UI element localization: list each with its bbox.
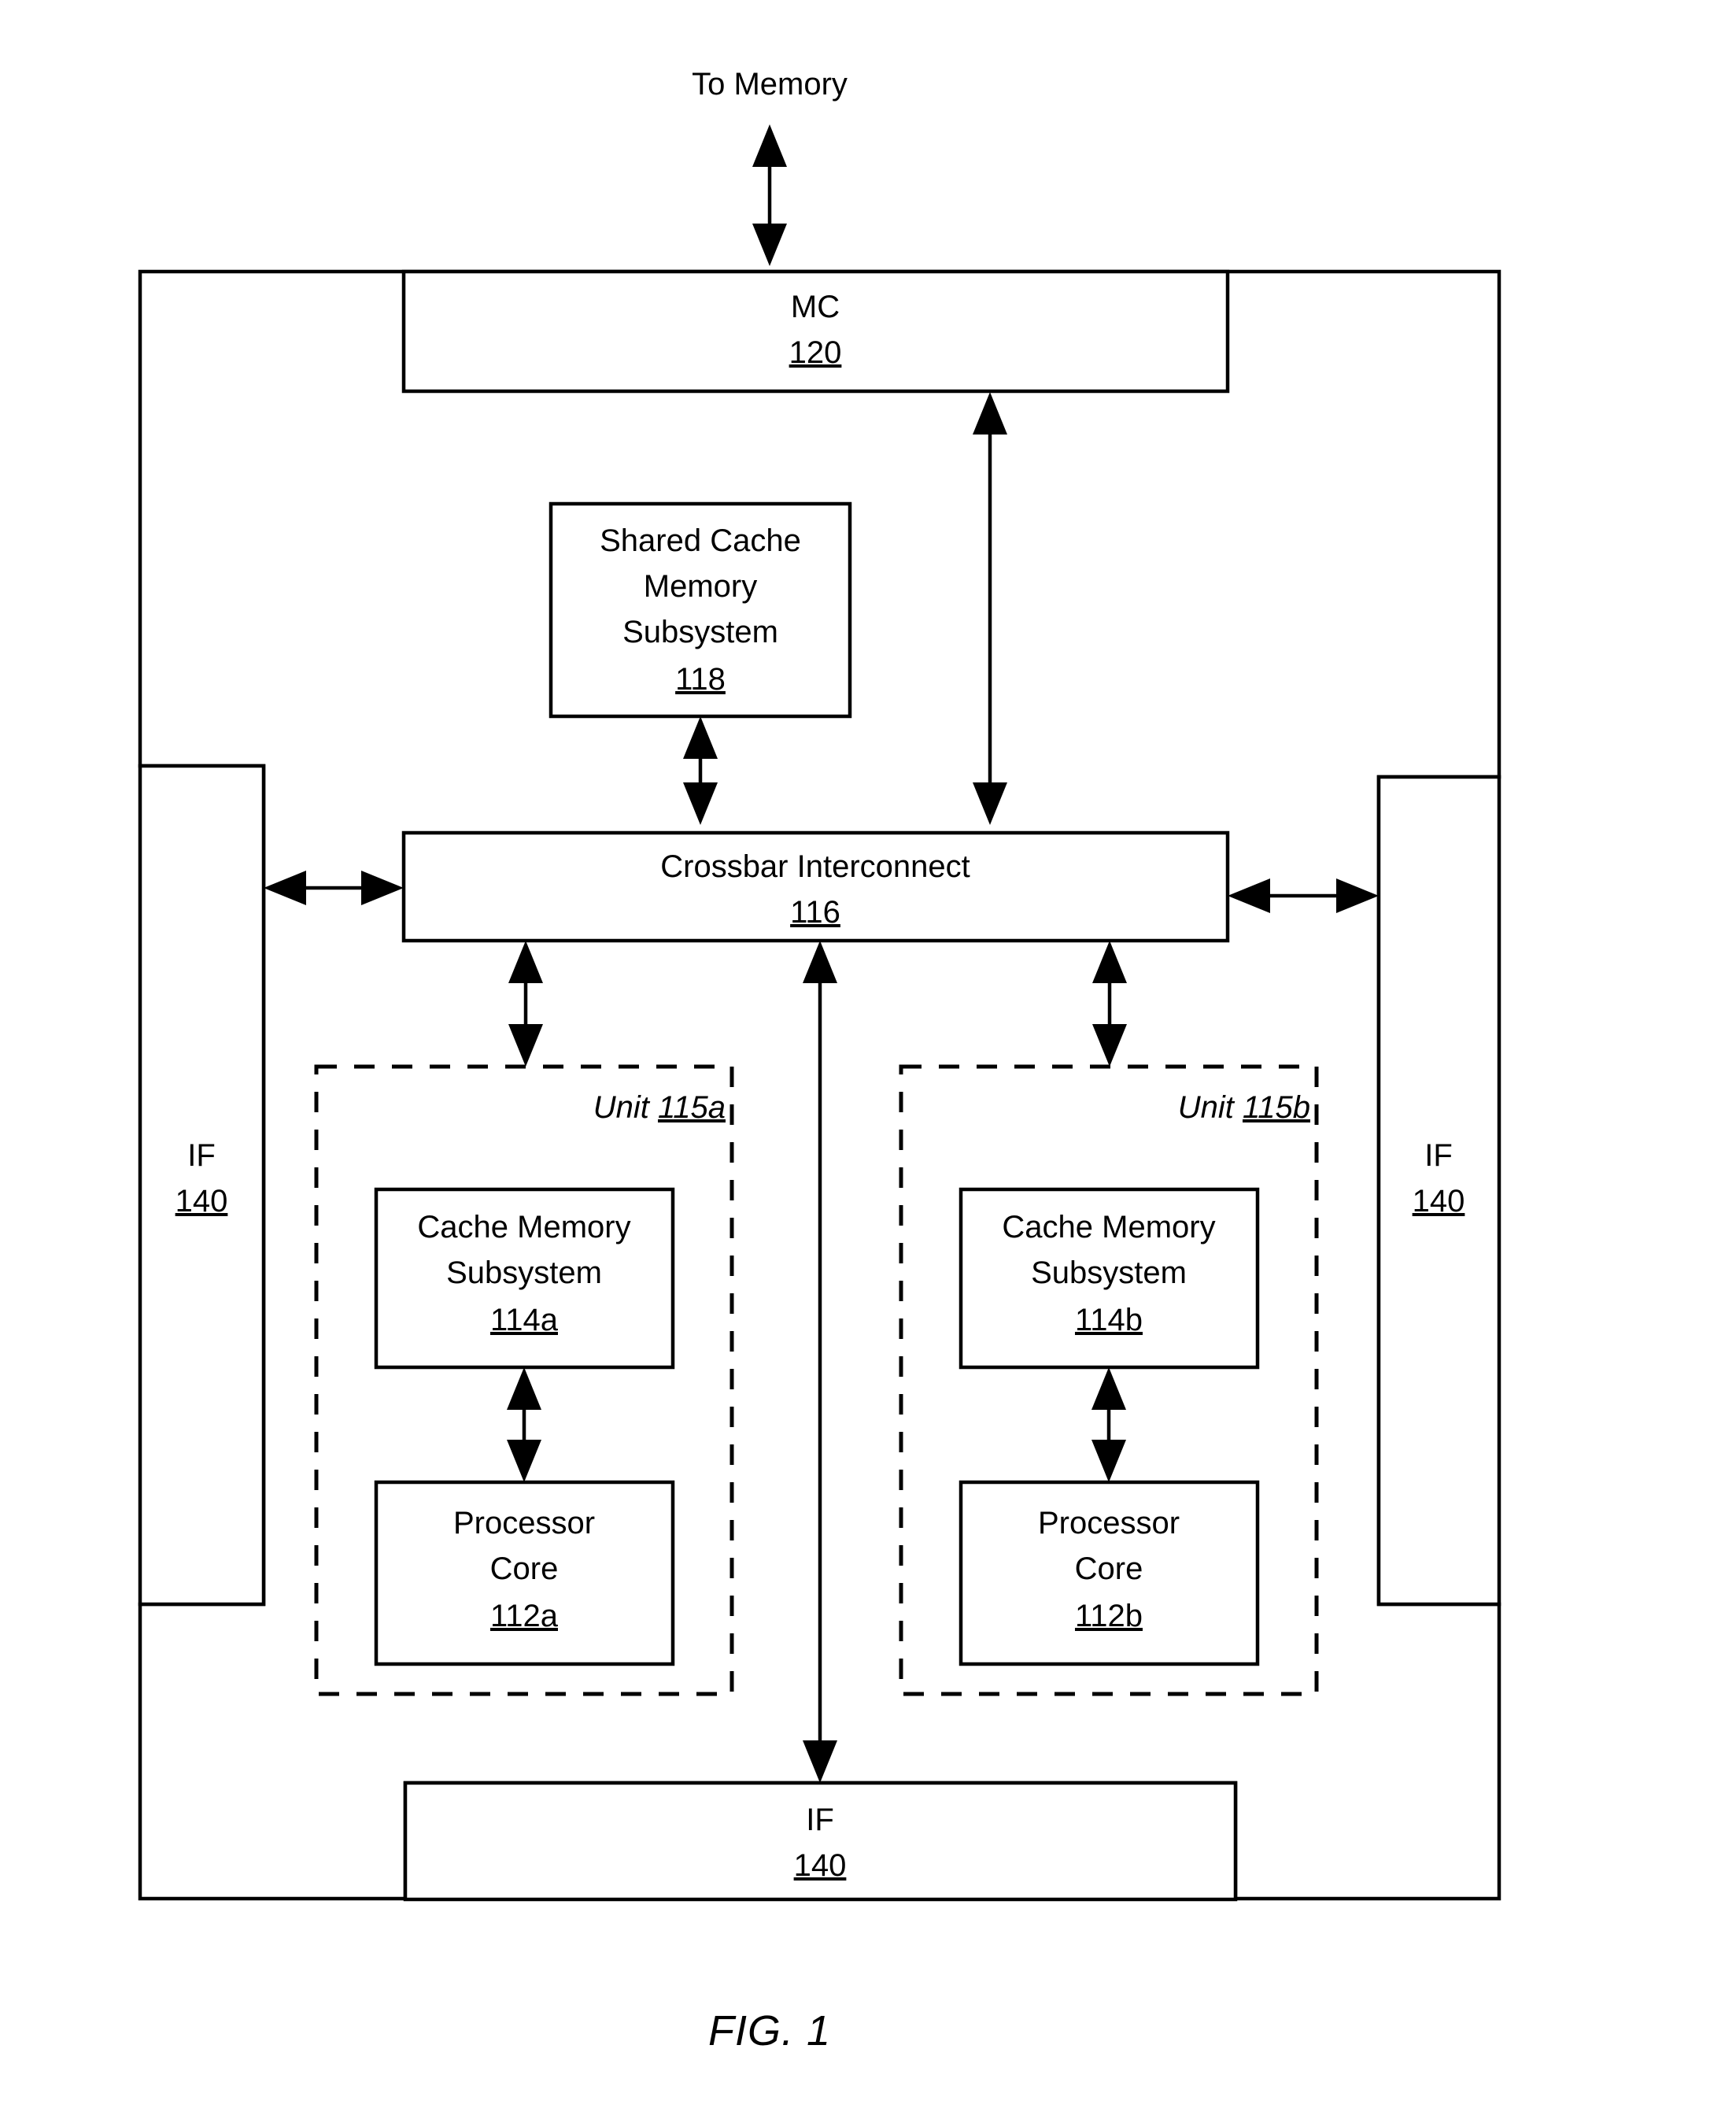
mc-block: MC 120: [401, 269, 1230, 394]
arrowhead-up: [752, 124, 787, 167]
shared-cache-ref: 118: [675, 662, 726, 697]
unit-115a-label: Unit 115a: [593, 1090, 726, 1125]
cache-core-b-connector: [1091, 1367, 1126, 1482]
crossbar-title: Crossbar Interconnect: [660, 849, 970, 884]
shared-cache-line3: Subsystem: [622, 615, 778, 649]
processor-core-112b-block: Processor Core 112b: [958, 1480, 1260, 1666]
mc-ref: 120: [789, 335, 842, 370]
shared-cache-memory-subsystem-block: Shared Cache Memory Subsystem 118: [549, 501, 852, 719]
crossbar-unit-a-connector: [508, 941, 543, 1067]
figure-caption: FIG. 1: [708, 2007, 831, 2054]
arrowhead-left: [1228, 878, 1270, 913]
crossbar-unit-b-connector: [1092, 941, 1127, 1067]
arrowhead-up: [508, 941, 543, 983]
arrowhead-down: [1092, 1024, 1127, 1067]
crossbar-interconnect-block: Crossbar Interconnect 116: [401, 830, 1230, 943]
core-112a-line1: Processor: [453, 1506, 595, 1540]
core-112a-ref: 112a: [490, 1599, 559, 1633]
unit-115b-ref: 115b: [1243, 1090, 1310, 1125]
unit-115b-word: Unit: [1178, 1090, 1236, 1125]
core-112b-ref: 112b: [1075, 1599, 1143, 1633]
arrowhead-up: [973, 392, 1007, 435]
cache-114b-line2: Subsystem: [1031, 1256, 1187, 1290]
cache-core-a-connector: [507, 1367, 541, 1482]
arrowhead-up: [683, 716, 718, 759]
if-left-title: IF: [187, 1138, 216, 1173]
arrowhead-down: [803, 1740, 837, 1783]
crossbar-ref: 116: [790, 895, 840, 930]
arrowhead-up: [1092, 941, 1127, 983]
block-diagram: MC 120 Shared Cache Memory Subsystem 118…: [138, 67, 1501, 2054]
if-right-block: IF 140: [1376, 775, 1501, 1607]
cache-114a-ref: 114a: [490, 1303, 559, 1337]
core-112b-line1: Processor: [1038, 1506, 1180, 1540]
arrowhead-up: [803, 941, 837, 983]
unit-115b-group: Unit 115b Cache Memory Subsystem 114b Pr…: [899, 1064, 1319, 1696]
to-memory-label: To Memory: [692, 67, 848, 102]
unit-115a-word: Unit: [593, 1090, 651, 1125]
shared-cache-line2: Memory: [644, 569, 757, 604]
arrowhead-down: [752, 224, 787, 266]
cache-114a-line2: Subsystem: [446, 1256, 602, 1290]
if-right-ref: 140: [1413, 1184, 1465, 1219]
unit-115a-ref: 115a: [658, 1090, 726, 1125]
mc-crossbar-connector: [973, 392, 1007, 825]
core-112a-line2: Core: [490, 1551, 559, 1586]
processor-core-112a-block: Processor Core 112a: [374, 1480, 675, 1666]
to-memory-connector: [752, 124, 787, 266]
figure-container: MC 120 Shared Cache Memory Subsystem 118…: [0, 0, 1736, 2108]
arrowhead-down: [683, 782, 718, 825]
if-left-ref: 140: [175, 1184, 228, 1219]
arrowhead-down: [973, 782, 1007, 825]
if-right-title: IF: [1424, 1138, 1453, 1173]
arrowhead-up: [1091, 1367, 1126, 1410]
arrowhead-up: [507, 1367, 541, 1410]
arrowhead-down: [1091, 1440, 1126, 1482]
arrowhead-right: [361, 871, 404, 905]
if-bottom-block: IF 140: [403, 1781, 1238, 1902]
crossbar-if-left-connector: [264, 871, 404, 905]
unit-115a-group: Unit 115a Cache Memory Subsystem 114a Pr…: [314, 1064, 734, 1696]
unit-115b-label: Unit 115b: [1178, 1090, 1310, 1125]
arrowhead-left: [264, 871, 306, 905]
if-left-block: IF 140: [138, 764, 266, 1607]
if-bottom-title: IF: [806, 1803, 834, 1837]
mc-title: MC: [791, 290, 840, 324]
if-bottom-ref: 140: [794, 1848, 847, 1883]
cache-114a-line1: Cache Memory: [417, 1210, 630, 1244]
cache-114b-ref: 114b: [1075, 1303, 1143, 1337]
shared-cache-line1: Shared Cache: [600, 523, 801, 558]
arrowhead-down: [507, 1440, 541, 1482]
crossbar-if-bottom-connector: [803, 941, 837, 1783]
core-112b-line2: Core: [1075, 1551, 1143, 1586]
crossbar-if-right-connector: [1228, 878, 1379, 913]
arrowhead-right: [1336, 878, 1379, 913]
cache-114b-line1: Cache Memory: [1002, 1210, 1215, 1244]
cache-memory-subsystem-114b-block: Cache Memory Subsystem 114b: [958, 1187, 1260, 1370]
cache-memory-subsystem-114a-block: Cache Memory Subsystem 114a: [374, 1187, 675, 1370]
shared-cache-crossbar-connector: [683, 716, 718, 825]
arrowhead-down: [508, 1024, 543, 1067]
